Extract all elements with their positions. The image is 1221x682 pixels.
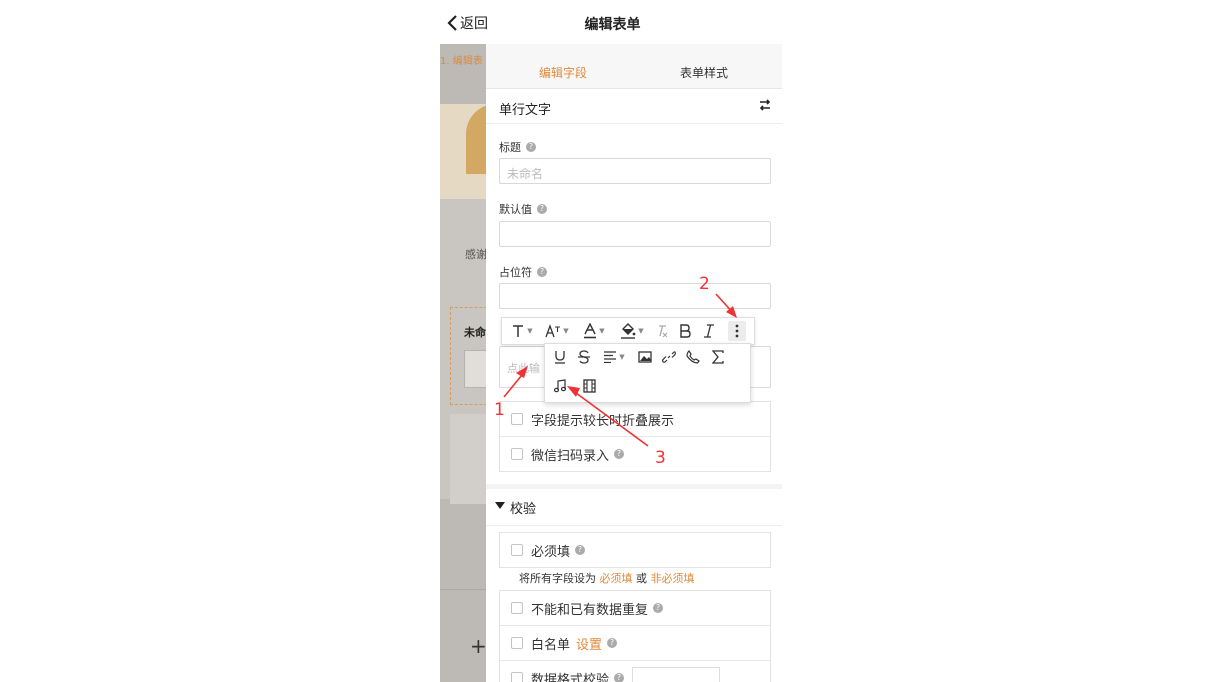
annotation-arrow-2	[715, 293, 737, 318]
annotation-label-2: 2	[699, 274, 710, 294]
annotation-label-3: 3	[655, 448, 666, 468]
annotation-arrow-3	[567, 386, 649, 447]
annotation-arrows	[503, 293, 737, 447]
annotation-label-1: 1	[494, 400, 505, 420]
annotation-arrow-1	[503, 366, 528, 398]
